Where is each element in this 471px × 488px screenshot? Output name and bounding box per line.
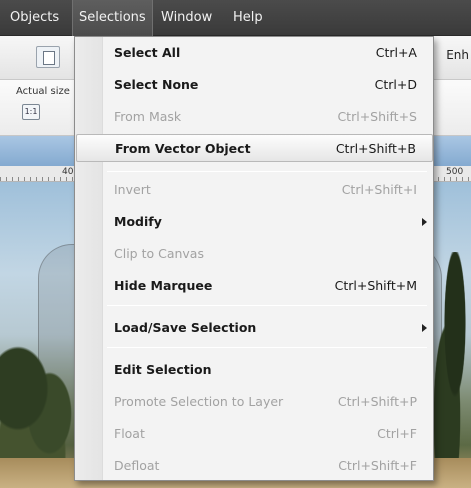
- menu-window[interactable]: Window: [155, 0, 218, 36]
- menu-item-label: Clip to Canvas: [114, 246, 204, 261]
- menu-item-label: Select All: [114, 45, 181, 60]
- menu-item-select-none[interactable]: Select None Ctrl+D: [76, 71, 433, 99]
- menu-selections[interactable]: Selections: [72, 0, 153, 36]
- menu-item-shortcut: Ctrl+Shift+M: [334, 278, 417, 293]
- menu-item-label: Load/Save Selection: [114, 320, 257, 335]
- actual-size-label: Actual size: [16, 86, 70, 97]
- actual-size-button[interactable]: 1:1: [22, 104, 40, 120]
- menu-item-shortcut: Ctrl+F: [377, 426, 417, 441]
- ruler-label: 40: [62, 167, 74, 177]
- menu-item-from-vector-object[interactable]: From Vector Object Ctrl+Shift+B: [76, 134, 433, 162]
- menu-item-hide-marquee[interactable]: Hide Marquee Ctrl+Shift+M: [76, 272, 433, 300]
- menu-item-float: Float Ctrl+F: [76, 420, 433, 448]
- menu-item-defloat: Defloat Ctrl+Shift+F: [76, 452, 433, 480]
- menu-item-select-all[interactable]: Select All Ctrl+A: [76, 39, 433, 67]
- menu-separator: [107, 171, 427, 172]
- menu-item-label: Hide Marquee: [114, 278, 213, 293]
- menu-item-label: Float: [114, 426, 145, 441]
- menu-item-from-mask: From Mask Ctrl+Shift+S: [76, 103, 433, 131]
- menu-item-shortcut: Ctrl+A: [375, 45, 417, 60]
- menu-item-invert: Invert Ctrl+Shift+I: [76, 176, 433, 204]
- menu-item-modify[interactable]: Modify: [76, 208, 433, 236]
- menu-item-promote-selection-to-layer: Promote Selection to Layer Ctrl+Shift+P: [76, 388, 433, 416]
- menu-item-label: From Vector Object: [115, 141, 251, 156]
- menu-item-label: From Mask: [114, 109, 182, 124]
- menu-item-shortcut: Ctrl+Shift+P: [337, 394, 417, 409]
- menu-item-load-save-selection[interactable]: Load/Save Selection: [76, 314, 433, 342]
- menu-item-clip-to-canvas: Clip to Canvas: [76, 240, 433, 268]
- menu-item-label: Select None: [114, 77, 199, 92]
- menu-objects[interactable]: Objects: [4, 0, 65, 36]
- menu-item-edit-selection[interactable]: Edit Selection: [76, 356, 433, 384]
- menu-item-label: Promote Selection to Layer: [114, 394, 284, 409]
- new-document-icon[interactable]: [36, 46, 60, 68]
- menu-item-label: Defloat: [114, 458, 160, 473]
- menu-separator: [107, 305, 427, 306]
- menu-help[interactable]: Help: [227, 0, 269, 36]
- menu-item-shortcut: Ctrl+Shift+S: [337, 109, 417, 124]
- menu-item-shortcut: Ctrl+Shift+I: [341, 182, 417, 197]
- trees-right: [431, 252, 471, 488]
- selections-dropdown-menu: Select All Ctrl+A Select None Ctrl+D Fro…: [74, 36, 434, 481]
- menu-bar: Objects Selections Window Help: [0, 0, 471, 36]
- submenu-arrow-icon: [422, 218, 427, 226]
- menu-item-label: Modify: [114, 214, 162, 229]
- ruler-label: 500: [446, 167, 464, 177]
- menu-item-shortcut: Ctrl+Shift+B: [335, 141, 416, 156]
- submenu-arrow-icon: [422, 324, 427, 332]
- toolbar-enhance-label[interactable]: Enh: [446, 48, 469, 62]
- menu-item-shortcut: Ctrl+D: [374, 77, 417, 92]
- menu-item-label: Invert: [114, 182, 151, 197]
- menu-separator: [107, 347, 427, 348]
- menu-item-label: Edit Selection: [114, 362, 212, 377]
- menu-item-shortcut: Ctrl+Shift+F: [338, 458, 417, 473]
